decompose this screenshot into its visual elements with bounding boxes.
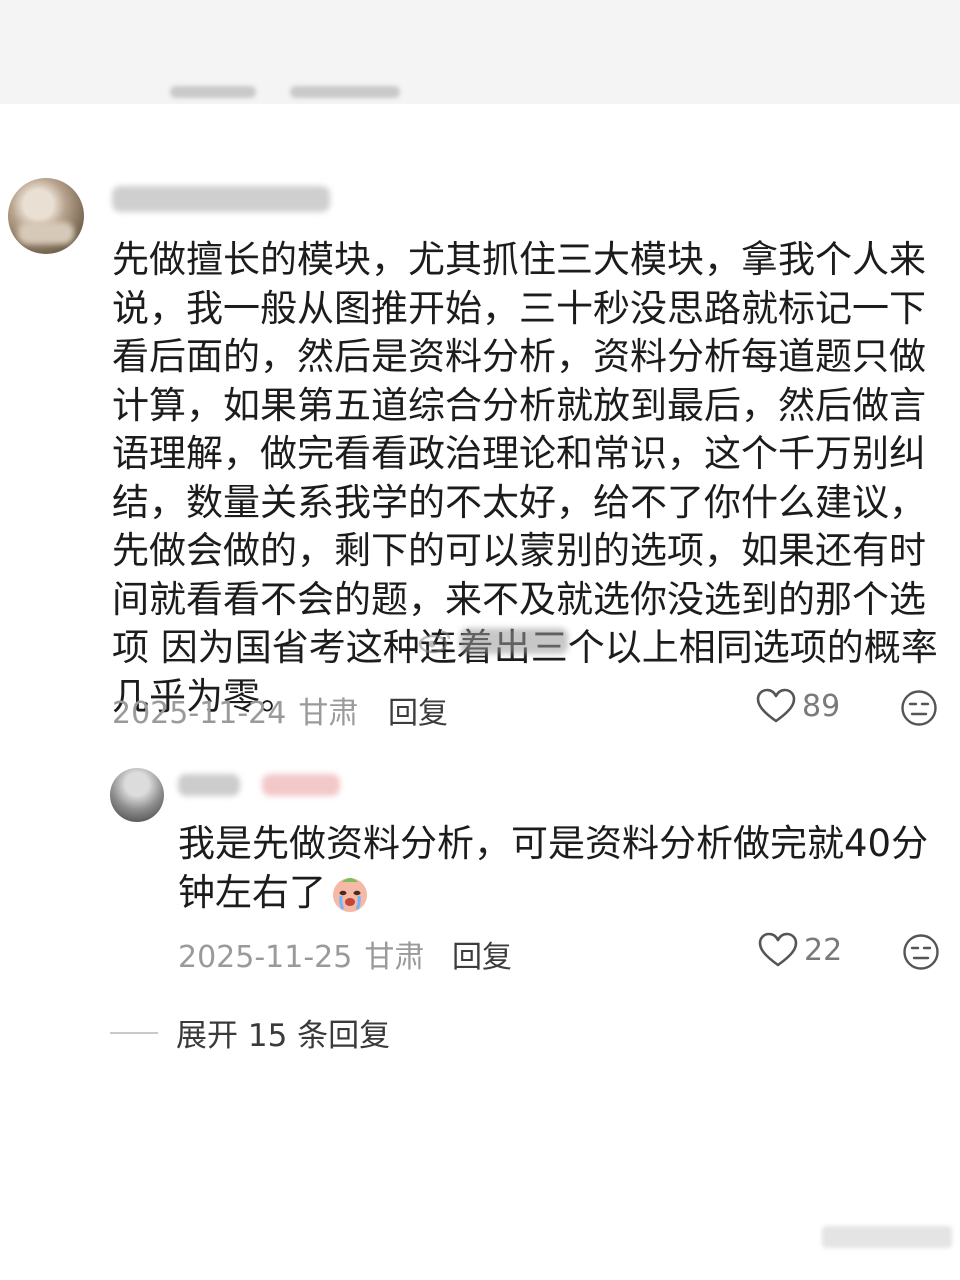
reply-location: 甘肃 [364,940,425,975]
bottom-blurred-artifact [822,1226,952,1248]
reply-like-count: 22 [804,932,843,968]
author-tag-blurred [262,774,340,796]
comment-meta: 2025-11-24 甘肃 [112,688,358,732]
unamused-face-icon[interactable] [900,689,938,727]
reply-button[interactable]: 回复 [388,688,448,732]
expand-replies-button[interactable]: 展开 15 条回复 [110,1010,390,1055]
like-button[interactable]: 89 [756,688,840,724]
comment-location: 甘肃 [298,696,359,731]
expand-divider [110,1031,158,1034]
heart-icon [756,688,796,723]
weibo-logo-icon [418,630,451,654]
heart-icon [758,932,798,967]
avatar[interactable] [8,178,84,254]
reply-reply-button[interactable]: 回复 [452,932,512,976]
reply-avatar[interactable] [110,768,164,822]
like-count: 89 [802,688,841,724]
reply-date: 2025-11-25 [178,940,353,975]
reply-username-blurred[interactable] [178,774,240,796]
cropped-text-fragment [170,80,400,104]
expand-replies-label: 展开 15 条回复 [176,1018,391,1054]
reply-meta: 2025-11-25 甘肃 [178,932,424,976]
reply-text: 我是先做资料分析，可是资料分析做完就40分钟左右了 [178,820,948,917]
unamused-face-icon[interactable] [902,933,940,971]
previous-content-cutoff [0,0,960,104]
username-blurred[interactable] [112,186,330,212]
comment-date: 2025-11-24 [112,696,287,731]
weibo-watermark [418,628,568,654]
reply-text-content: 我是先做资料分析，可是资料分析做完就40分钟左右了 [178,822,929,914]
crying-face-emoji [330,874,370,914]
reply-like-button[interactable]: 22 [758,932,842,968]
